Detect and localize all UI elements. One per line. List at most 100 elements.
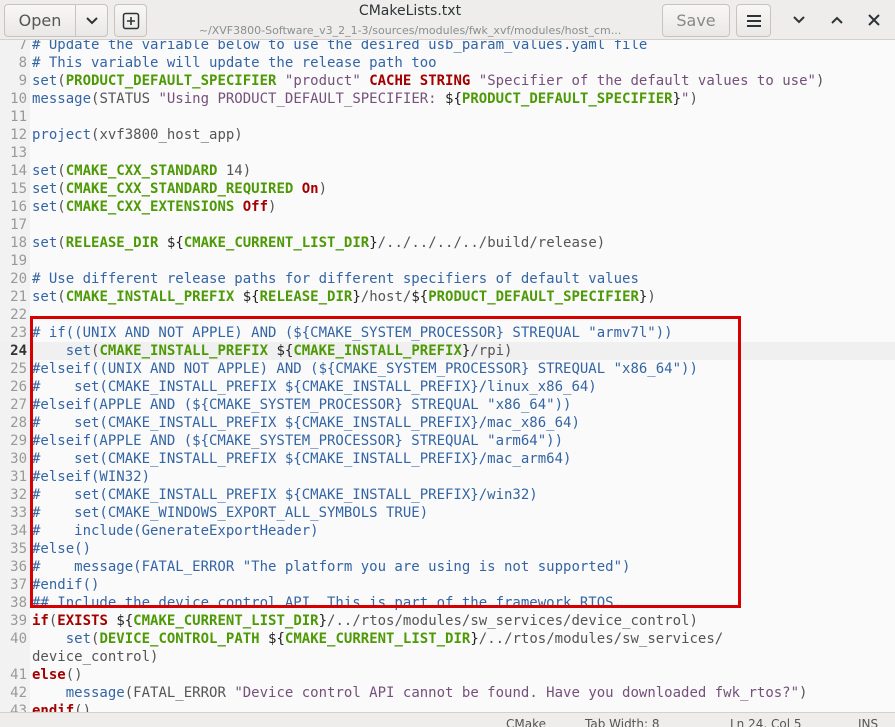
code-token: 14) (217, 163, 252, 179)
code-token: DEVICE_CONTROL_PATH (99, 631, 260, 647)
code-token: ( (57, 199, 66, 215)
cursor-position[interactable]: Ln 24, Col 5 (730, 717, 802, 727)
code-token: ) (815, 73, 825, 89)
code-line[interactable]: 12 project(xvf3800_host_app) (0, 126, 895, 144)
code-line[interactable]: 43 endif() (0, 702, 895, 712)
code-line[interactable]: 25 #elseif((UNIX AND NOT APPLE) AND (${CM… (0, 360, 895, 378)
code-token: set (32, 181, 58, 197)
code-token: message (32, 91, 92, 107)
line-number: 37 (10, 577, 27, 593)
code-token: CMAKE_CURRENT_LIST_DIR (183, 235, 370, 251)
maximize-button[interactable] (825, 8, 849, 32)
code-token: set (32, 199, 58, 215)
line-number: 30 (10, 451, 27, 467)
code-line[interactable]: 27 #elseif(APPLE AND (${CMAKE_SYSTEM_PROC… (0, 396, 895, 414)
text-editor[interactable]: 7 # Update the variable below to use the … (0, 40, 895, 712)
code-line[interactable]: 37 #endif() (0, 576, 895, 594)
code-token: PRODUCT_DEFAULT_SPECIFIER (428, 289, 639, 305)
code-text: # set(CMAKE_INSTALL_PREFIX ${CMAKE_INSTA… (32, 450, 571, 468)
status-bar: CMake Tab Width: 8 Ln 24, Col 5 INS (0, 712, 895, 727)
code-line[interactable]: 39 if(EXISTS ${CMAKE_CURRENT_LIST_DIR}/..… (0, 612, 895, 630)
code-token: ${ (268, 631, 285, 647)
code-line[interactable]: 24 set(CMAKE_INSTALL_PREFIX ${CMAKE_INST… (0, 342, 895, 360)
line-number: 34 (10, 523, 27, 539)
code-line[interactable]: 41 else() (0, 666, 895, 684)
code-line[interactable]: 7 # Update the variable below to use the … (0, 40, 895, 54)
code-line[interactable]: 33 # set(CMAKE_WINDOWS_EXPORT_ALL_SYMBOLS… (0, 504, 895, 522)
code-token: CMAKE_CXX_EXTENSIONS (65, 199, 235, 215)
code-line[interactable]: 30 # set(CMAKE_INSTALL_PREFIX ${CMAKE_INS… (0, 450, 895, 468)
code-line[interactable]: 8 # This variable will update the release… (0, 54, 895, 72)
code-token: PRODUCT_DEFAULT_SPECIFIER (65, 73, 277, 89)
code-line[interactable]: 20 # Use different release paths for diff… (0, 270, 895, 288)
code-text: if(EXISTS ${CMAKE_CURRENT_LIST_DIR}/../r… (32, 612, 698, 630)
close-button[interactable] (862, 8, 886, 32)
code-token: # set(CMAKE_INSTALL_PREFIX ${CMAKE_INSTA… (32, 487, 538, 503)
minimize-button[interactable] (787, 8, 811, 32)
code-line[interactable]: 26 # set(CMAKE_INSTALL_PREFIX ${CMAKE_INS… (0, 378, 895, 396)
code-token: ) (799, 685, 808, 701)
save-button[interactable]: Save (662, 4, 730, 37)
code-text: # message(FATAL_ERROR "The platform you … (32, 558, 630, 576)
code-token: (STATUS (91, 91, 159, 107)
code-line[interactable]: 10 message(STATUS "Using PRODUCT_DEFAULT_… (0, 90, 895, 108)
code-token: # if((UNIX AND NOT APPLE) AND (${CMAKE_S… (32, 325, 673, 341)
code-line[interactable]: 18 set(RELEASE_DIR ${CMAKE_CURRENT_LIST_D… (0, 234, 895, 252)
code-line[interactable]: 15 set(CMAKE_CXX_STANDARD_REQUIRED On) (0, 180, 895, 198)
code-line[interactable]: 13 (0, 144, 895, 162)
code-line[interactable]: 34 # include(GenerateExportHeader) (0, 522, 895, 540)
code-line[interactable]: 22 (0, 306, 895, 324)
code-line[interactable]: 38 ## Include the device control API. Thi… (0, 594, 895, 612)
code-token: ) (647, 289, 656, 305)
tab-width-selector[interactable]: Tab Width: 8 (585, 717, 659, 727)
code-token: ## Include the device control API. This … (32, 595, 623, 611)
code-token: #elseif(APPLE AND (${CMAKE_SYSTEM_PROCES… (32, 433, 564, 449)
code-line[interactable]: 31 #elseif(WIN32) (0, 468, 895, 486)
code-line[interactable]: 36 # message(FATAL_ERROR "The platform yo… (0, 558, 895, 576)
code-line[interactable]: 11 (0, 108, 895, 126)
code-line[interactable]: 16 set(CMAKE_CXX_EXTENSIONS Off) (0, 198, 895, 216)
code-line[interactable]: 21 set(CMAKE_INSTALL_PREFIX ${RELEASE_DIR… (0, 288, 895, 306)
code-token: # message(FATAL_ERROR "The platform you … (32, 559, 631, 575)
code-token: message (65, 685, 125, 701)
code-line[interactable]: 42 message(FATAL_ERROR "Device control A… (0, 684, 895, 702)
code-token: CMAKE_CURRENT_LIST_DIR (284, 631, 471, 647)
code-line[interactable]: 28 # set(CMAKE_INSTALL_PREFIX ${CMAKE_INS… (0, 414, 895, 432)
code-line[interactable]: 40 set(DEVICE_CONTROL_PATH ${CMAKE_CURRE… (0, 630, 895, 648)
line-number: 27 (10, 397, 27, 413)
code-token: (xvf3800_host_app) (91, 127, 243, 143)
code-line[interactable]: 29 #elseif(APPLE AND (${CMAKE_SYSTEM_PROC… (0, 432, 895, 450)
line-number: 18 (10, 235, 27, 251)
new-tab-button[interactable] (114, 4, 147, 37)
code-token: ) (318, 181, 328, 197)
code-text: set(DEVICE_CONTROL_PATH ${CMAKE_CURRENT_… (32, 630, 724, 648)
code-line[interactable]: device_control) (0, 648, 895, 666)
main-menu-button[interactable] (736, 4, 771, 37)
code-line[interactable]: 14 set(CMAKE_CXX_STANDARD 14) (0, 162, 895, 180)
code-line[interactable]: 9 set(PRODUCT_DEFAULT_SPECIFIER "product"… (0, 72, 895, 90)
language-selector[interactable]: CMake (506, 717, 546, 727)
open-recent-button[interactable] (75, 4, 108, 37)
chevron-down-icon (793, 16, 805, 24)
line-number: 17 (10, 217, 27, 233)
code-text: #elseif(APPLE AND (${CMAKE_SYSTEM_PROCES… (32, 396, 571, 414)
code-token: Off (242, 199, 269, 215)
code-text: # set(CMAKE_WINDOWS_EXPORT_ALL_SYMBOLS T… (32, 504, 428, 522)
close-icon (868, 14, 880, 26)
code-token: ( (57, 163, 66, 179)
code-token: () (74, 703, 92, 712)
code-line[interactable]: 32 # set(CMAKE_INSTALL_PREFIX ${CMAKE_INS… (0, 486, 895, 504)
open-button[interactable]: Open (4, 4, 76, 37)
code-text: device_control) (32, 648, 158, 666)
line-number: 20 (10, 271, 27, 287)
code-text: # set(CMAKE_INSTALL_PREFIX ${CMAKE_INSTA… (32, 486, 538, 504)
code-line[interactable]: 19 (0, 252, 895, 270)
code-line[interactable]: 17 (0, 216, 895, 234)
code-token: "product" (284, 73, 361, 89)
code-line[interactable]: 23 # if((UNIX AND NOT APPLE) AND (${CMAKE… (0, 324, 895, 342)
code-line[interactable]: 35 #else() (0, 540, 895, 558)
